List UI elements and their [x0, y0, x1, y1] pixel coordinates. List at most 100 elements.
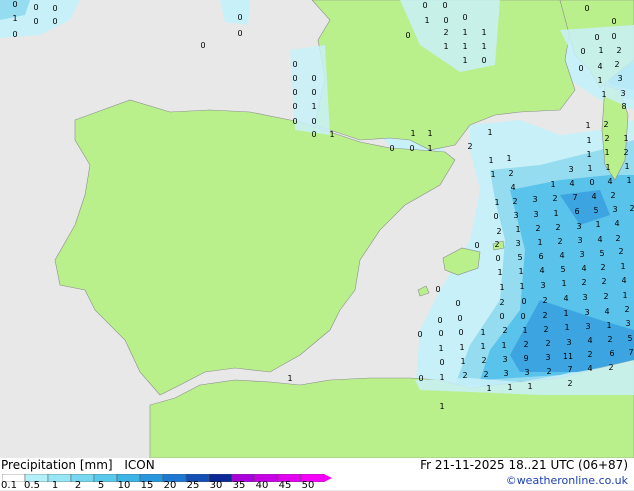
color-scale-tick: 50 — [301, 480, 315, 491]
precip-value-label: 0 — [12, 0, 17, 9]
precip-value-label: 0 — [33, 17, 38, 26]
precip-value-label: 9 — [523, 354, 528, 363]
precip-value-label: 1 — [586, 150, 591, 159]
precip-value-label: 2 — [567, 379, 572, 388]
precip-value-label: 3 — [513, 211, 518, 220]
precip-value-label: 1 — [311, 102, 316, 111]
precip-value-label: 0 — [438, 329, 443, 338]
precip-value-label: 2 — [610, 191, 615, 200]
precip-value-label: 1 — [604, 148, 609, 157]
precip-value-label: 0 — [442, 1, 447, 10]
precip-value-label: 0 — [292, 117, 297, 126]
precip-value-label: 11 — [563, 352, 573, 361]
precip-value-label: 2 — [603, 292, 608, 301]
precip-value-label: 5 — [627, 334, 632, 343]
precip-value-label: 4 — [569, 179, 574, 188]
color-scale-tick: 45 — [278, 480, 292, 491]
precip-value-label: 1 — [605, 163, 610, 172]
precip-value-label: 0 — [292, 102, 297, 111]
precip-value-label: 1 — [287, 374, 292, 383]
precip-value-label: 2 — [629, 204, 634, 213]
precip-value-label: 1 — [329, 130, 334, 139]
precip-value-label: 1 — [515, 225, 520, 234]
precip-value-label: 1 — [481, 28, 486, 37]
precip-value-label: 1 — [518, 267, 523, 276]
color-scale-tick: 25 — [186, 480, 200, 491]
precip-value-label: 2 — [512, 197, 517, 206]
precip-value-label: 1 — [499, 283, 504, 292]
precip-value-label: 7 — [628, 348, 633, 357]
precip-value-label: 1 — [519, 282, 524, 291]
precip-value-label: 5 — [517, 253, 522, 262]
precip-value-label: 3 — [625, 319, 630, 328]
precip-value-label: 0 — [12, 30, 17, 39]
precip-value-label: 1 — [563, 309, 568, 318]
precip-value-label: 2 — [616, 46, 621, 55]
precip-value-label: 3 — [540, 281, 545, 290]
precip-value-label: 0 — [495, 254, 500, 263]
precip-value-label: 3 — [620, 89, 625, 98]
precip-value-label: 1 — [439, 373, 444, 382]
precip-value-label: 1 — [443, 42, 448, 51]
precip-value-label: 0 — [493, 212, 498, 221]
precip-value-label: 3 — [532, 195, 537, 204]
color-scale-tick: 10 — [117, 480, 131, 491]
precip-value-label: 1 — [522, 326, 527, 335]
precip-value-label: 8 — [621, 102, 626, 111]
precip-value-label: 2 — [581, 278, 586, 287]
precip-value-label: 1 — [462, 42, 467, 51]
precip-value-label: 0 — [521, 297, 526, 306]
precip-value-label: 0 — [611, 32, 616, 41]
precip-value-label: 4 — [581, 264, 586, 273]
color-scale-tick: 30 — [209, 480, 223, 491]
precip-value-label: 1 — [462, 28, 467, 37]
precip-value-label: 3 — [579, 250, 584, 259]
precip-value-label: 0 — [458, 328, 463, 337]
precip-value-label: 5 — [599, 249, 604, 258]
precip-value-label: 1 — [622, 291, 627, 300]
precip-value-label: 0 — [200, 41, 205, 50]
precip-value-label: 1 — [460, 357, 465, 366]
precip-value-label: 2 — [494, 240, 499, 249]
color-scale-tick: 20 — [163, 480, 177, 491]
precip-value-label: 0 — [520, 312, 525, 321]
precip-value-label: 2 — [543, 325, 548, 334]
precip-value-label: 1 — [480, 342, 485, 351]
precip-value-label: 0 — [311, 88, 316, 97]
precip-value-label: 2 — [618, 247, 623, 256]
precip-value-label: 3 — [576, 222, 581, 231]
precip-value-label: 2 — [587, 350, 592, 359]
precip-value-label: 1 — [597, 76, 602, 85]
precip-value-label: 3 — [582, 293, 587, 302]
precip-value-label: 1 — [488, 156, 493, 165]
precip-value-label: 1 — [587, 164, 592, 173]
precip-value-label: 0 — [457, 314, 462, 323]
precip-value-label: 0 — [405, 31, 410, 40]
precip-value-label: 1 — [620, 262, 625, 271]
precip-value-label: 0 — [455, 299, 460, 308]
precip-value-label: 3 — [502, 355, 507, 364]
precip-value-label: 1 — [459, 343, 464, 352]
precip-value-label: 3 — [524, 368, 529, 377]
precip-value-label: 3 — [617, 74, 622, 83]
precip-value-label: 3 — [584, 308, 589, 317]
precip-value-label: 4 — [614, 219, 619, 228]
precip-value-label: 4 — [597, 62, 602, 71]
precip-value-label: 1 — [481, 42, 486, 51]
precip-value-label: 2 — [557, 237, 562, 246]
valid-time: Fr 21-11-2025 18..21 UTC (06+87) — [420, 458, 628, 472]
precip-value-label: 4 — [597, 235, 602, 244]
precip-value-label: 0 — [481, 56, 486, 65]
precip-value-label: 0 — [578, 64, 583, 73]
precip-value-label: 2 — [607, 335, 612, 344]
precip-value-label: 2 — [555, 223, 560, 232]
precip-value-label: 4 — [510, 183, 515, 192]
precip-value-label: 0 — [499, 312, 504, 321]
color-scale-tick: 15 — [140, 480, 154, 491]
copyright-link[interactable]: ©weatheronline.co.uk — [506, 474, 628, 487]
precip-value-label: 0 — [33, 3, 38, 12]
precip-value-label: 2 — [614, 60, 619, 69]
precip-value-label: 1 — [439, 402, 444, 411]
color-scale-arrow — [324, 474, 332, 482]
color-scale-tick: 0.1 — [1, 480, 17, 491]
